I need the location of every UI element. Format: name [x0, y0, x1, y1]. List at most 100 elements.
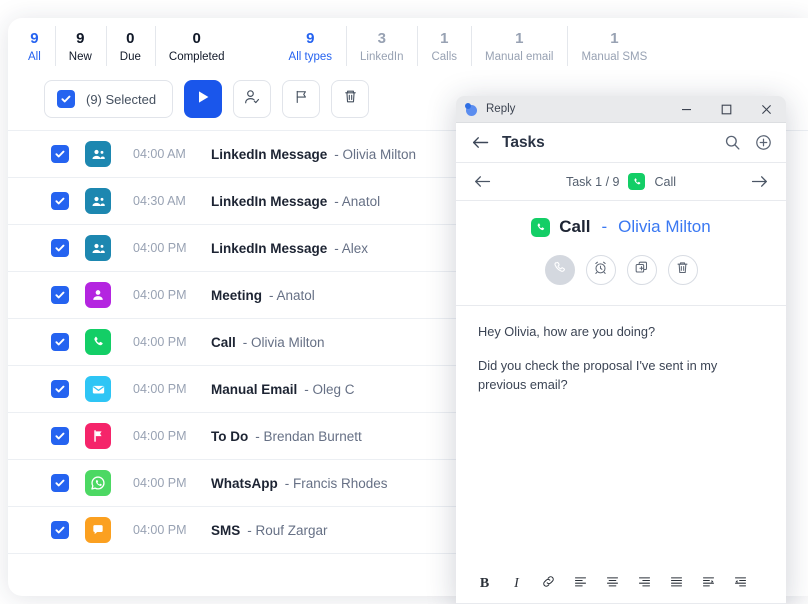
- task-counter: Task 1 / 9: [565, 174, 620, 189]
- italic-button[interactable]: I: [508, 575, 525, 593]
- align-left-icon: [573, 574, 588, 594]
- task-row-checkbox[interactable]: [51, 427, 69, 445]
- bold-button[interactable]: B: [476, 575, 493, 593]
- task-contact-link[interactable]: Olivia Milton: [618, 217, 711, 237]
- tab-label: New: [68, 50, 92, 63]
- minimize-button[interactable]: [666, 96, 706, 123]
- trash-icon: [675, 260, 690, 280]
- person-check-icon: [243, 88, 261, 111]
- task-title: Manual Email: [211, 381, 298, 397]
- phone-icon: [552, 260, 567, 280]
- maximize-button[interactable]: [706, 96, 746, 123]
- flag-button[interactable]: [282, 80, 321, 118]
- task-contact: - Olivia Milton: [242, 334, 325, 350]
- task-row-checkbox[interactable]: [51, 380, 69, 398]
- task-time: 04:00 PM: [133, 241, 187, 255]
- align-center-icon: [605, 574, 620, 594]
- link-button[interactable]: [540, 575, 557, 593]
- task-title: Call: [211, 334, 236, 350]
- task-row-checkbox[interactable]: [51, 192, 69, 210]
- tab-completed[interactable]: 0 Completed: [154, 18, 239, 74]
- run-tasks-button[interactable]: [184, 80, 223, 118]
- task-row-checkbox[interactable]: [51, 145, 69, 163]
- status-tab-group: 9 All 9 New 0 Due 0 Completed: [14, 18, 239, 74]
- tasks-title: Tasks: [502, 133, 545, 151]
- tab-due[interactable]: 0 Due: [105, 18, 155, 74]
- filter-tabs: 9 All 9 New 0 Due 0 Completed 9 All types 3 Linked…: [8, 18, 808, 74]
- tab-label: Manual email: [485, 50, 554, 63]
- window-controls: [666, 96, 786, 123]
- person-icon: [85, 282, 111, 308]
- task-row-checkbox[interactable]: [51, 474, 69, 492]
- tasks-back-button[interactable]: [472, 135, 489, 150]
- window-title: Reply: [486, 103, 516, 115]
- outdent-button[interactable]: [732, 575, 749, 593]
- tasks-header-actions: [724, 134, 772, 151]
- flag-icon: [85, 423, 111, 449]
- next-task-button[interactable]: [751, 174, 768, 189]
- tab-all[interactable]: 9 All: [14, 18, 55, 74]
- snooze-action-button[interactable]: [585, 255, 616, 285]
- tab-calls[interactable]: 1 Calls: [417, 18, 471, 74]
- select-all-checkbox[interactable]: [57, 90, 75, 108]
- align-center-button[interactable]: [604, 575, 621, 593]
- task-title: LinkedIn Message: [211, 240, 328, 256]
- align-left-button[interactable]: [572, 575, 589, 593]
- task-counter-group: Task 1 / 9 Call: [491, 173, 751, 190]
- task-contact: - Alex: [334, 240, 369, 256]
- duplicate-action-button[interactable]: [626, 255, 657, 285]
- italic-glyph: I: [514, 576, 519, 591]
- task-title: Meeting: [211, 287, 263, 303]
- tab-all-types[interactable]: 9 All types: [275, 18, 346, 74]
- outdent-icon: [733, 574, 748, 594]
- task-contact: - Rouf Zargar: [247, 522, 328, 538]
- task-contact: - Anatol: [269, 287, 315, 303]
- alarm-clock-icon: [593, 260, 608, 280]
- whatsapp-icon: [85, 470, 111, 496]
- task-action-buttons: [456, 237, 786, 305]
- reply-logo-icon: [465, 102, 478, 116]
- tab-count: 9: [306, 29, 315, 47]
- align-justify-button[interactable]: [668, 575, 685, 593]
- task-title: To Do: [211, 428, 249, 444]
- assign-owner-button[interactable]: [233, 80, 272, 118]
- delete-button[interactable]: [331, 80, 370, 118]
- phone-icon: [628, 173, 646, 190]
- task-title: WhatsApp: [211, 475, 278, 491]
- tab-new[interactable]: 9 New: [54, 18, 106, 74]
- tab-manual-email[interactable]: 1 Manual email: [471, 18, 567, 74]
- select-all-control[interactable]: (9) Selected: [44, 80, 174, 118]
- search-icon[interactable]: [724, 134, 741, 151]
- linkedin-people-icon: [85, 188, 111, 214]
- selected-count-label: (9) Selected: [86, 91, 157, 107]
- task-title: SMS: [211, 522, 241, 538]
- tab-linkedin[interactable]: 3 LinkedIn: [346, 18, 417, 74]
- tab-label: All: [28, 50, 41, 63]
- plus-circle-icon[interactable]: [755, 134, 772, 151]
- task-time: 04:00 PM: [133, 476, 187, 490]
- tab-label: Completed: [168, 50, 225, 63]
- previous-task-button[interactable]: [474, 174, 491, 189]
- task-row-checkbox[interactable]: [51, 521, 69, 539]
- task-title-dash: -: [601, 217, 608, 236]
- tab-label: Manual SMS: [581, 50, 648, 63]
- close-button[interactable]: [746, 96, 786, 123]
- task-type-title: Call: [559, 217, 591, 236]
- tab-count: 0: [126, 29, 135, 47]
- task-row-checkbox[interactable]: [51, 333, 69, 351]
- tab-count: 9: [30, 29, 39, 47]
- align-right-button[interactable]: [636, 575, 653, 593]
- tab-manual-sms[interactable]: 1 Manual SMS: [567, 18, 661, 74]
- task-message-body[interactable]: Hey Olivia, how are you doing? Did you c…: [456, 305, 786, 563]
- indent-button[interactable]: [700, 575, 717, 593]
- task-row-checkbox[interactable]: [51, 286, 69, 304]
- align-justify-icon: [669, 574, 684, 594]
- delete-action-button[interactable]: [667, 255, 698, 285]
- task-row-checkbox[interactable]: [51, 239, 69, 257]
- call-action-button[interactable]: [544, 255, 575, 285]
- tab-count: 1: [515, 29, 524, 47]
- tab-label: LinkedIn: [360, 50, 404, 63]
- tab-count: 1: [610, 29, 619, 47]
- task-time: 04:00 AM: [133, 147, 186, 161]
- window-title-bar[interactable]: Reply: [456, 96, 786, 123]
